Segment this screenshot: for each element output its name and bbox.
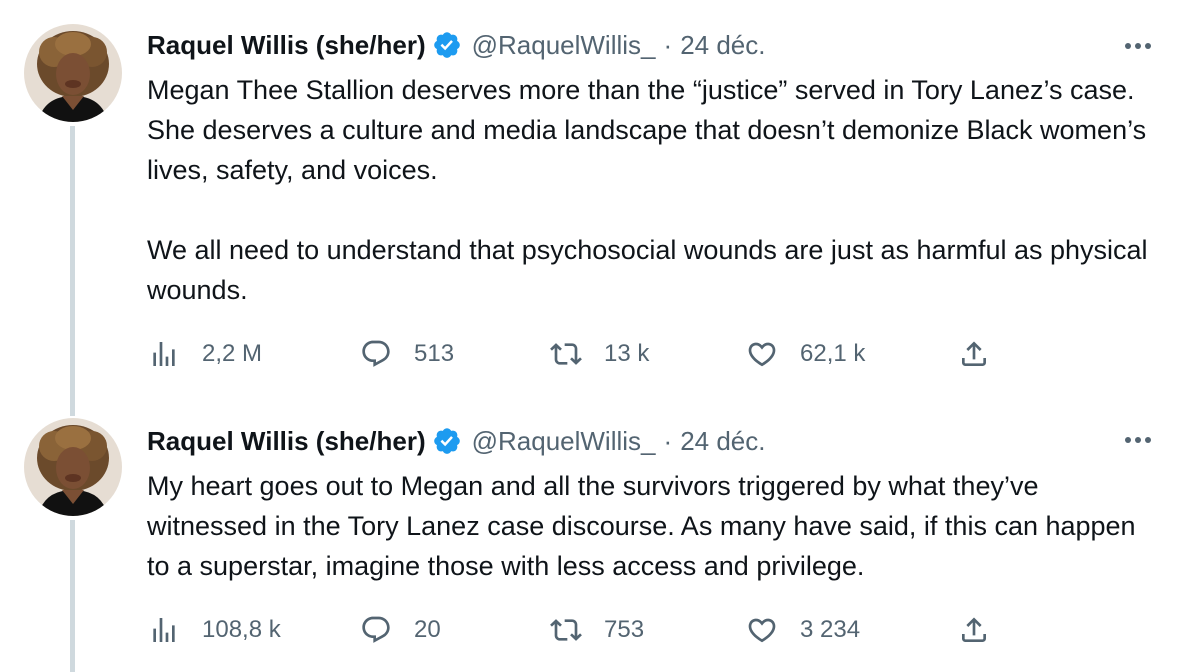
tweet-thread: Raquel Willis (she/her) @RaquelWillis_ ·…: [0, 0, 1188, 672]
dot: [1135, 437, 1141, 443]
verified-badge-icon: [432, 426, 462, 456]
dot: [1135, 43, 1141, 49]
tweet[interactable]: Raquel Willis (she/her) @RaquelWillis_ ·…: [0, 0, 1188, 400]
share-upload-icon: [958, 614, 990, 646]
tweet-paragraph: My heart goes out to Megan and all the s…: [147, 471, 1136, 581]
retweet-button[interactable]: 13 k: [550, 334, 649, 374]
bar-chart-icon: [148, 614, 180, 646]
more-options-icon[interactable]: [1120, 426, 1156, 454]
views-button[interactable]: 2,2 M: [148, 334, 262, 374]
speech-bubble-icon: [360, 614, 392, 646]
share-upload-icon: [958, 338, 990, 370]
separator-dot: ·: [663, 29, 673, 60]
avatar[interactable]: [24, 418, 122, 516]
author-handle[interactable]: @RaquelWillis_: [472, 30, 656, 61]
tweet-date[interactable]: 24 déc.: [680, 426, 765, 457]
bar-chart-icon: [148, 338, 180, 370]
retweet-arrows-icon: [550, 338, 582, 370]
views-count: 108,8 k: [202, 616, 281, 643]
views-button[interactable]: 108,8 k: [148, 610, 281, 650]
dot: [1145, 437, 1151, 443]
tweet-date[interactable]: 24 déc.: [680, 30, 765, 61]
reply-button[interactable]: 513: [360, 334, 454, 374]
share-button[interactable]: [958, 334, 990, 374]
reply-count: 20: [414, 616, 441, 643]
tweet-text: My heart goes out to Megan and all the s…: [147, 466, 1157, 586]
author-display-name[interactable]: Raquel Willis (she/her): [147, 30, 426, 61]
tweet-actions: 2,2 M 513 13 k 62,1 k: [148, 334, 1008, 374]
separator-dot: ·: [663, 425, 673, 456]
reply-count: 513: [414, 340, 455, 367]
retweet-count: 753: [604, 616, 645, 643]
heart-icon: [746, 338, 778, 370]
tweet-header: Raquel Willis (she/her) @RaquelWillis_ ·…: [147, 28, 765, 62]
heart-icon: [746, 614, 778, 646]
author-handle[interactable]: @RaquelWillis_: [472, 426, 656, 457]
tweet-header: Raquel Willis (she/her) @RaquelWillis_ ·…: [147, 424, 765, 458]
retweet-arrows-icon: [550, 614, 582, 646]
avatar[interactable]: [24, 24, 122, 122]
tweet-paragraph: Megan Thee Stallion deserves more than t…: [147, 75, 1147, 185]
more-options-icon[interactable]: [1120, 32, 1156, 60]
speech-bubble-icon: [360, 338, 392, 370]
like-count: 3 234: [800, 616, 861, 643]
tweet-actions: 108,8 k 20 753 3 234: [148, 610, 1008, 650]
views-count: 2,2 M: [202, 340, 263, 367]
dot: [1125, 437, 1131, 443]
author-display-name[interactable]: Raquel Willis (she/her): [147, 426, 426, 457]
reply-button[interactable]: 20: [360, 610, 441, 650]
like-count: 62,1 k: [800, 340, 866, 367]
like-button[interactable]: 3 234: [746, 610, 860, 650]
retweet-button[interactable]: 753: [550, 610, 644, 650]
verified-badge-icon: [432, 30, 462, 60]
dot: [1145, 43, 1151, 49]
share-button[interactable]: [958, 610, 990, 650]
dot: [1125, 43, 1131, 49]
tweet-text: Megan Thee Stallion deserves more than t…: [147, 70, 1157, 310]
retweet-count: 13 k: [604, 340, 650, 367]
tweet-paragraph: We all need to understand that psychosoc…: [147, 235, 1148, 305]
like-button[interactable]: 62,1 k: [746, 334, 865, 374]
tweet[interactable]: Raquel Willis (she/her) @RaquelWillis_ ·…: [0, 400, 1188, 672]
